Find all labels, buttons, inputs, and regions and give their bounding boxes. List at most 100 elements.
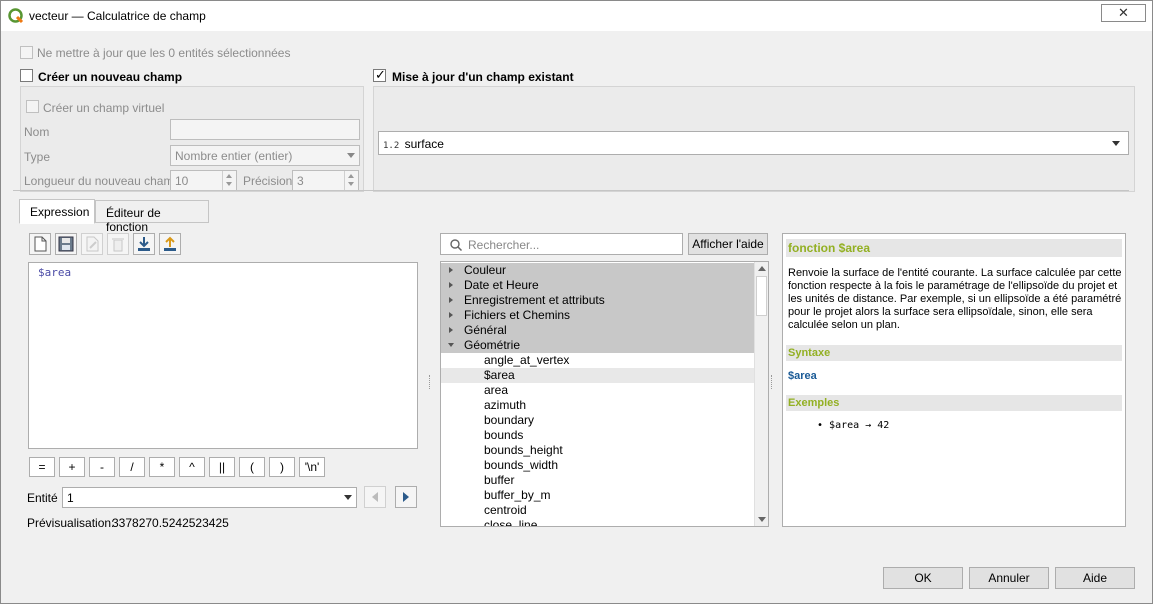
close-button[interactable]: ✕ xyxy=(1101,4,1146,22)
tree-group-files[interactable]: Fichiers et Chemins xyxy=(441,308,755,323)
help-syntax-heading: Syntaxe xyxy=(786,345,1122,361)
ok-button[interactable]: OK xyxy=(883,567,963,589)
chevron-right-icon xyxy=(449,327,453,333)
spin-arrows-icon[interactable] xyxy=(222,171,236,190)
edit-button[interactable] xyxy=(81,233,103,255)
window-title: vecteur — Calculatrice de champ xyxy=(29,9,206,23)
edit-icon xyxy=(86,236,99,252)
scrollbar-thumb[interactable] xyxy=(756,276,767,316)
splitter-handle[interactable] xyxy=(771,375,773,389)
tree-item[interactable]: centroid xyxy=(441,503,755,518)
help-panel: fonction $area Renvoie la surface de l'e… xyxy=(782,233,1126,527)
preview-value: 3378270.5242523425 xyxy=(112,516,229,530)
tree-item[interactable]: bounds xyxy=(441,428,755,443)
length-spinbox[interactable]: 10 xyxy=(170,170,237,191)
help-title: fonction $area xyxy=(786,239,1122,257)
previous-entity-button[interactable] xyxy=(364,486,386,508)
field-calculator-dialog: vecteur — Calculatrice de champ ✕ Ne met… xyxy=(0,0,1153,604)
tree-item[interactable]: buffer xyxy=(441,473,755,488)
update-selected-checkbox[interactable] xyxy=(20,46,33,59)
length-label: Longueur du nouveau champ xyxy=(24,174,181,188)
type-value: Nombre entier (entier) xyxy=(175,149,293,163)
tree-item[interactable]: buffer_by_m xyxy=(441,488,755,503)
delete-button[interactable] xyxy=(107,233,129,255)
tree-group-geometry[interactable]: Géométrie xyxy=(441,338,755,353)
scroll-up-icon[interactable] xyxy=(758,266,766,271)
operator-power-button[interactable]: ^ xyxy=(179,457,205,477)
entity-combobox[interactable]: 1 xyxy=(62,487,357,508)
help-examples-heading: Exemples xyxy=(786,395,1122,411)
operator-divide-button[interactable]: / xyxy=(119,457,145,477)
export-button[interactable] xyxy=(159,233,181,255)
operator-close-paren-button[interactable]: ) xyxy=(269,457,295,477)
create-field-label: Créer un nouveau champ xyxy=(38,70,183,84)
tree-scrollbar[interactable] xyxy=(754,262,768,526)
checkmark-icon: ✓ xyxy=(375,67,386,82)
help-example-text: $area → 42 xyxy=(829,420,890,431)
import-icon xyxy=(138,237,150,251)
tree-group-date[interactable]: Date et Heure xyxy=(441,278,755,293)
title-bar: vecteur — Calculatrice de champ ✕ xyxy=(1,1,1152,31)
search-icon xyxy=(450,239,463,252)
save-button[interactable] xyxy=(55,233,77,255)
entity-value: 1 xyxy=(67,491,74,505)
precision-label: Précision xyxy=(243,174,293,188)
chevron-right-icon xyxy=(449,282,453,288)
chevron-down-icon xyxy=(1112,141,1120,146)
precision-value: 3 xyxy=(297,174,304,188)
chevron-down-icon xyxy=(347,153,355,158)
name-field[interactable] xyxy=(170,119,360,140)
tree-item[interactable]: angle_at_vertex xyxy=(441,353,755,368)
show-help-button[interactable]: Afficher l'aide xyxy=(688,233,768,255)
import-button[interactable] xyxy=(133,233,155,255)
type-combobox[interactable]: Nombre entier (entier) xyxy=(170,145,360,166)
new-file-button[interactable] xyxy=(29,233,51,255)
operator-minus-button[interactable]: - xyxy=(89,457,115,477)
tree-item[interactable]: close_line xyxy=(441,518,755,526)
existing-field-value: surface xyxy=(404,137,444,151)
spin-arrows-icon[interactable] xyxy=(344,171,358,190)
virtual-field-checkbox[interactable] xyxy=(26,100,39,113)
tree-item[interactable]: bounds_width xyxy=(441,458,755,473)
tree-group-couleur[interactable]: Couleur xyxy=(441,263,755,278)
help-example: • $area → 42 xyxy=(817,420,890,431)
expression-editor[interactable]: $area xyxy=(28,262,418,449)
operator-multiply-button[interactable]: * xyxy=(149,457,175,477)
close-icon: ✕ xyxy=(1118,5,1129,20)
tree-item[interactable]: bounds_height xyxy=(441,443,755,458)
scroll-down-icon[interactable] xyxy=(758,517,766,522)
tree-group-records[interactable]: Enregistrement et attributs xyxy=(441,293,755,308)
chevron-right-icon xyxy=(449,297,453,303)
tab-function-editor[interactable]: Éditeur de fonction xyxy=(95,200,209,234)
chevron-right-icon xyxy=(449,312,453,318)
operator-concat-button[interactable]: || xyxy=(209,457,235,477)
tree-item[interactable]: boundary xyxy=(441,413,755,428)
next-entity-button[interactable] xyxy=(395,486,417,508)
splitter-handle[interactable] xyxy=(429,375,431,389)
length-value: 10 xyxy=(175,174,189,188)
help-syntax: $area xyxy=(788,370,817,382)
tab-expression[interactable]: Expression xyxy=(19,199,95,224)
export-icon xyxy=(164,236,176,251)
help-button[interactable]: Aide xyxy=(1055,567,1135,589)
operator-newline-button[interactable]: '\n' xyxy=(299,457,325,477)
operator-open-paren-button[interactable]: ( xyxy=(239,457,265,477)
save-icon xyxy=(58,236,74,252)
name-label: Nom xyxy=(24,125,50,139)
tree-item[interactable]: area xyxy=(441,383,755,398)
precision-spinbox[interactable]: 3 xyxy=(292,170,359,191)
entity-label: Entité xyxy=(27,491,58,505)
tree-item[interactable]: azimuth xyxy=(441,398,755,413)
operator-plus-button[interactable]: + xyxy=(59,457,85,477)
update-field-checkbox[interactable]: ✓ xyxy=(373,67,386,82)
search-input[interactable]: Rechercher... xyxy=(440,233,683,255)
tree-group-general[interactable]: Général xyxy=(441,323,755,338)
tree-item-selected[interactable]: $area xyxy=(441,368,755,383)
operator-equals-button[interactable]: = xyxy=(29,457,55,477)
virtual-field-label: Créer un champ virtuel xyxy=(43,101,165,115)
cancel-button[interactable]: Annuler xyxy=(969,567,1049,589)
function-tree[interactable]: Couleur Date et Heure Enregistrement et … xyxy=(440,261,769,527)
arrow-right-icon xyxy=(403,492,409,502)
existing-field-combobox[interactable]: 1.2 surface xyxy=(378,131,1129,155)
create-field-checkbox[interactable] xyxy=(20,69,33,82)
